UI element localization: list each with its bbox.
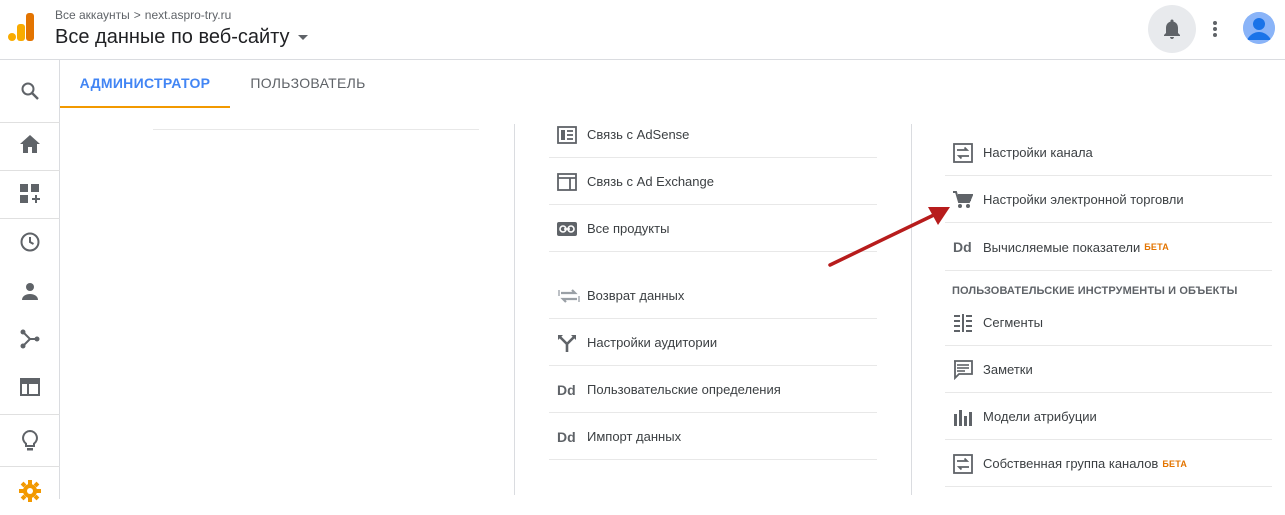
menu-item-label: Связь с AdSense bbox=[587, 127, 690, 142]
bell-icon bbox=[1163, 19, 1181, 39]
custom-definitions-item[interactable]: Dd Пользовательские определения bbox=[549, 367, 877, 413]
dd-icon: Dd bbox=[549, 379, 587, 401]
channel-settings-icon bbox=[945, 142, 983, 164]
ad-exchange-icon bbox=[549, 171, 587, 193]
attribution-icon bbox=[945, 406, 983, 428]
menu-item-label: Настройки аудитории bbox=[587, 335, 718, 350]
breadcrumb-account[interactable]: next.aspro-try.ru bbox=[145, 8, 231, 22]
tab-admin[interactable]: АДМИНИСТРАТОР bbox=[60, 60, 230, 108]
menu-item-label: Все продукты bbox=[587, 221, 670, 236]
attribution-models-item[interactable]: Модели атрибуции bbox=[945, 394, 1272, 440]
menu-item-label: Настройки электронной торговли bbox=[983, 192, 1184, 207]
more-options-button[interactable] bbox=[1205, 15, 1225, 43]
data-import-item[interactable]: Dd Импорт данных bbox=[549, 414, 877, 460]
left-navigation bbox=[0, 60, 60, 502]
menu-item-label: Модели атрибуции bbox=[983, 409, 1097, 424]
breadcrumb-root[interactable]: Все аккаунты bbox=[55, 8, 130, 22]
web-icon bbox=[20, 378, 40, 396]
section-divider bbox=[945, 270, 1272, 271]
nav-behavior-button[interactable] bbox=[0, 363, 60, 411]
dd-icon-text: Dd bbox=[557, 381, 576, 398]
breadcrumb[interactable]: Все аккаунты > next.aspro-try.ru bbox=[55, 8, 231, 22]
nav-discover-button[interactable] bbox=[0, 417, 60, 465]
adsense-linking-item[interactable]: Связь с AdSense bbox=[549, 112, 877, 158]
clock-icon bbox=[20, 232, 40, 252]
caret-down-icon bbox=[297, 35, 308, 40]
data-retention-item[interactable]: Возврат данных bbox=[549, 273, 877, 319]
custom-channel-group-item[interactable]: Собственная группа каналов БЕТА bbox=[945, 441, 1272, 487]
breadcrumb-separator: > bbox=[133, 8, 141, 22]
annotation-arrow-icon bbox=[828, 207, 950, 267]
nav-search-button[interactable] bbox=[0, 67, 60, 115]
menu-item-label: Собственная группа каналов bbox=[983, 456, 1159, 471]
menu-item-label: Пользовательские определения bbox=[587, 382, 781, 397]
annotations-icon bbox=[945, 359, 983, 381]
acquisition-icon bbox=[20, 329, 40, 349]
nav-divider bbox=[0, 414, 60, 415]
dd-icon: Dd bbox=[549, 426, 587, 448]
lightbulb-icon bbox=[22, 430, 38, 452]
nav-realtime-button[interactable] bbox=[0, 218, 60, 266]
nav-acquisition-button[interactable] bbox=[0, 315, 60, 363]
home-icon bbox=[20, 135, 40, 153]
adsense-icon bbox=[549, 124, 587, 146]
menu-item-label: Связь с Ad Exchange bbox=[587, 174, 714, 189]
menu-item-label: Возврат данных bbox=[587, 288, 685, 303]
column-divider bbox=[514, 124, 515, 495]
section-title: ПОЛЬЗОВАТЕЛЬСКИЕ ИНСТРУМЕНТЫ И ОБЪЕКТЫ bbox=[952, 285, 1238, 297]
audience-settings-icon bbox=[549, 332, 587, 354]
nav-home-button[interactable] bbox=[0, 120, 60, 168]
menu-item-label: Вычисляемые показатели bbox=[983, 239, 1141, 255]
account-column-divider bbox=[153, 129, 479, 130]
dashboard-add-icon bbox=[20, 184, 40, 204]
channel-settings-item[interactable]: Настройки канала bbox=[945, 130, 1272, 176]
menu-item-label: Сегменты bbox=[983, 315, 1044, 330]
analytics-logo-icon[interactable] bbox=[8, 13, 34, 41]
notifications-button[interactable] bbox=[1148, 5, 1196, 53]
link-icon bbox=[549, 218, 587, 240]
column-divider bbox=[911, 124, 912, 495]
nav-customization-button[interactable] bbox=[0, 170, 60, 218]
calculated-metrics-item[interactable]: Dd Вычисляемые показатели БЕТА bbox=[945, 224, 1272, 270]
nav-admin-button[interactable] bbox=[0, 467, 60, 515]
beta-badge: БЕТА bbox=[1162, 458, 1188, 469]
nav-audience-button[interactable] bbox=[0, 267, 60, 315]
more-vert-icon bbox=[1213, 21, 1217, 37]
search-icon bbox=[20, 81, 40, 101]
ecommerce-settings-item[interactable]: Настройки электронной торговли bbox=[945, 177, 1272, 223]
view-selector[interactable]: Все данные по веб-сайту bbox=[55, 26, 308, 49]
menu-item-label: Заметки bbox=[983, 362, 1033, 377]
channel-group-icon bbox=[945, 453, 983, 475]
dd-icon-text: Dd bbox=[557, 428, 576, 445]
audience-settings-item[interactable]: Настройки аудитории bbox=[549, 320, 877, 366]
account-avatar[interactable] bbox=[1243, 12, 1275, 44]
person-icon bbox=[21, 282, 39, 300]
annotations-item[interactable]: Заметки bbox=[945, 347, 1272, 393]
segments-icon bbox=[945, 312, 983, 334]
beta-badge: БЕТА bbox=[1144, 242, 1169, 252]
menu-item-label: Импорт данных bbox=[587, 429, 682, 444]
tab-user[interactable]: ПОЛЬЗОВАТЕЛЬ bbox=[238, 60, 378, 108]
segments-item[interactable]: Сегменты bbox=[945, 300, 1272, 346]
top-app-bar: Все аккаунты > next.aspro-try.ru Все данны… bbox=[0, 0, 1285, 60]
data-retention-icon bbox=[549, 285, 587, 307]
menu-item-label: Настройки канала bbox=[983, 145, 1093, 160]
view-title: Все данные по веб-сайту bbox=[55, 26, 290, 48]
